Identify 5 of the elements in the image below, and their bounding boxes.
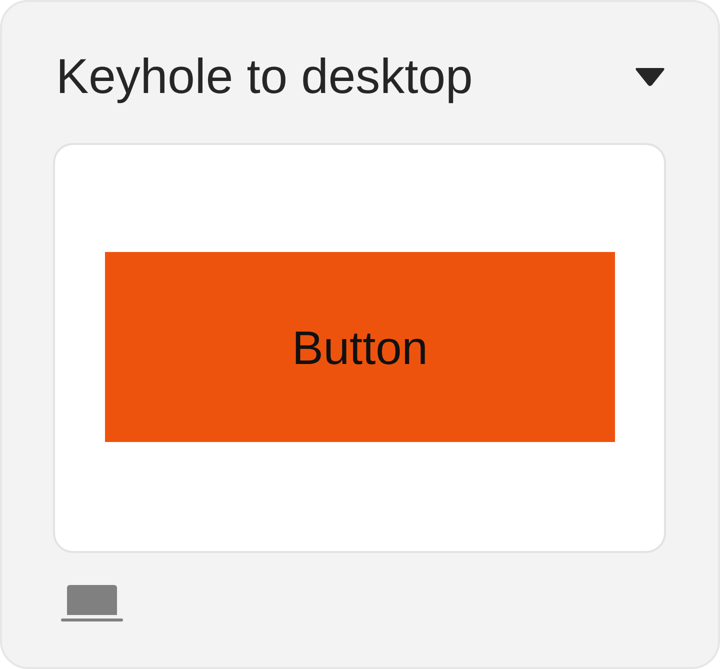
laptop-icon bbox=[60, 583, 124, 623]
sample-button[interactable]: Button bbox=[105, 252, 615, 442]
caret-icon bbox=[634, 66, 666, 88]
card-title: Keyhole to desktop bbox=[55, 48, 473, 104]
dropdown-toggle[interactable] bbox=[634, 66, 666, 88]
